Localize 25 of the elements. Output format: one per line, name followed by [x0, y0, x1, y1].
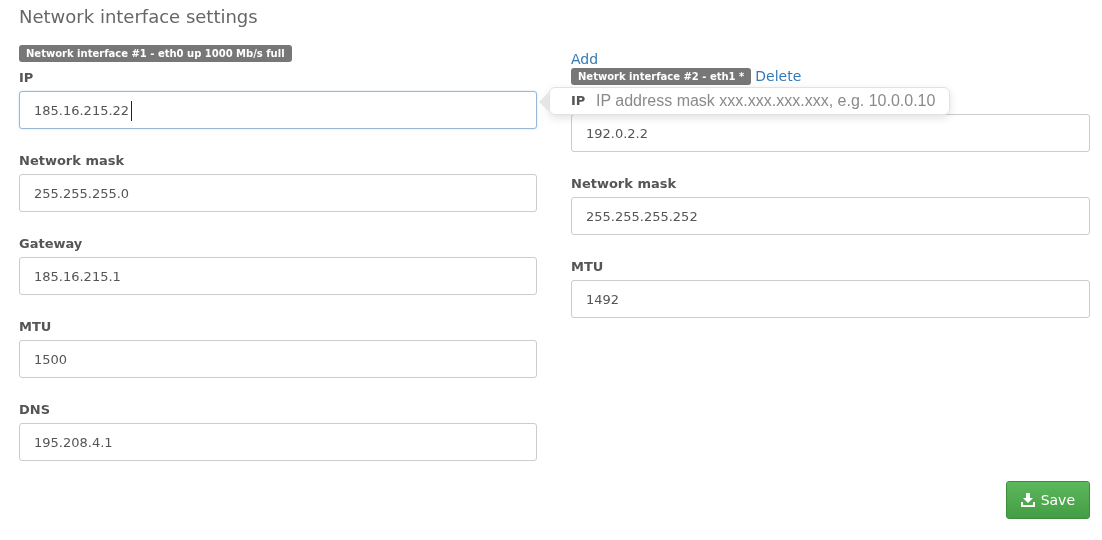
download-icon	[1020, 493, 1035, 507]
input-field[interactable]: 255.255.255.252	[571, 197, 1090, 235]
tooltip-text: IP address mask xxx.xxx.xxx.xxx, e.g. 10.0.0.10	[596, 91, 936, 111]
delete-link[interactable]: Delete	[755, 68, 802, 84]
input-field[interactable]: 255.255.255.0	[19, 174, 537, 212]
field-label: IP	[19, 69, 34, 87]
interface-badge: Network interface #1 - eth0 up 1000 Mb/s full	[19, 44, 292, 62]
input-field[interactable]: 1492	[571, 280, 1090, 318]
field-label: MTU	[571, 258, 604, 276]
field-label: MTU	[19, 318, 52, 336]
field-label: Gateway	[19, 235, 83, 253]
field-label: Network mask	[571, 175, 677, 193]
page-title: Network interface settings	[19, 5, 259, 29]
field-label: DNS	[19, 401, 51, 419]
interface-badge: Network interface #2 - eth1 *	[571, 67, 752, 85]
input-field[interactable]: 195.208.4.1	[19, 423, 537, 461]
input-field[interactable]: 192.0.2.2	[571, 114, 1090, 152]
field-label: Network mask	[19, 152, 125, 170]
input-field[interactable]: 1500	[19, 340, 537, 378]
input-field[interactable]: 185.16.215.1	[19, 257, 537, 295]
input-field[interactable]: 185.16.215.22	[19, 91, 537, 129]
field-label: IP	[571, 92, 586, 110]
text-cursor	[131, 101, 132, 121]
add-link[interactable]: Add	[571, 51, 599, 67]
tooltip-arrow	[539, 92, 549, 112]
